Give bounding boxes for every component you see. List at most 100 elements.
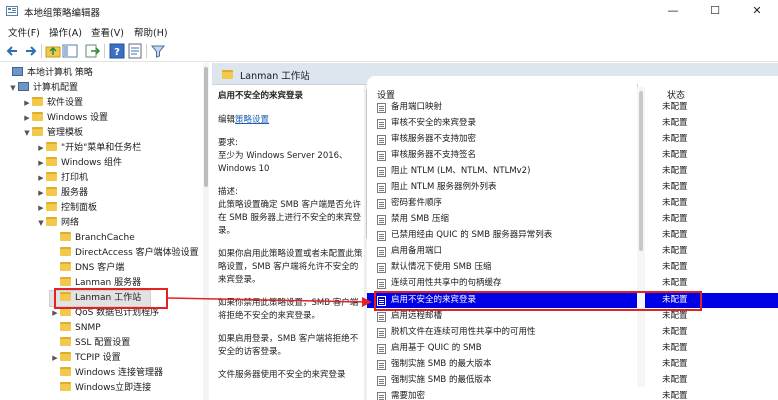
folder-icon — [32, 97, 43, 106]
list-item[interactable]: 强制实施 SMB 的最低版本 未配置 — [367, 373, 778, 388]
tree-item-ssl[interactable]: SSL 配置设置 — [50, 336, 130, 351]
tree-item-label: "开始"菜单和任务栏 — [61, 143, 142, 153]
menu-view[interactable]: 查看(V) — [91, 25, 124, 39]
setting-name: 脱机文件在连续可用性共享中的可用性 — [391, 327, 536, 337]
list-item[interactable]: 启用备用端口 未配置 — [367, 244, 778, 259]
list-item[interactable]: 需要加密 未配置 — [367, 389, 778, 400]
folder-icon — [46, 157, 57, 166]
setting-state: 未配置 — [662, 214, 688, 224]
expand-arrow-icon[interactable]: ▶ — [36, 171, 46, 186]
list-item[interactable]: 启用基于 QUIC 的 SMB 未配置 — [367, 341, 778, 356]
settings-scrollbar[interactable] — [637, 87, 645, 387]
scrollbar-thumb[interactable] — [639, 91, 643, 251]
minimize-button[interactable]: — — [652, 0, 694, 22]
edit-policy-link[interactable]: 策略设置 — [235, 115, 269, 125]
forward-icon[interactable] — [22, 43, 38, 59]
setting-state: 未配置 — [662, 246, 688, 256]
expand-arrow-icon[interactable]: ▶ — [50, 351, 60, 366]
expand-arrow-icon[interactable]: ▶ — [36, 201, 46, 216]
help-icon[interactable]: ? — [109, 43, 125, 59]
list-item[interactable]: 已禁用经由 QUIC 的 SMB 服务器异常列表 未配置 — [367, 228, 778, 243]
toolbar-separator — [104, 44, 105, 58]
tree-item-label: 服务器 — [61, 188, 89, 198]
tree-item-software-settings[interactable]: ▶ 软件设置 — [22, 96, 83, 111]
list-item[interactable]: 脱机文件在连续可用性共享中的可用性 未配置 — [367, 325, 778, 340]
tree-item-lanman-server[interactable]: Lanman 服务器 — [50, 276, 141, 291]
list-item[interactable]: 审核服务器不支持签名 未配置 — [367, 148, 778, 163]
folder-icon — [60, 352, 71, 361]
maximize-button[interactable]: ☐ — [694, 0, 736, 22]
collapse-arrow-icon[interactable]: ▼ — [36, 216, 46, 231]
expand-arrow-icon[interactable]: ▶ — [36, 141, 46, 156]
tree-item-directaccess[interactable]: DirectAccess 客户端体验设置 — [50, 246, 199, 261]
setting-name: 启用基于 QUIC 的 SMB — [391, 343, 482, 353]
tree-item-control-panel[interactable]: ▶ 控制面板 — [36, 201, 97, 216]
collapse-arrow-icon[interactable]: ▼ — [22, 126, 32, 141]
tree-item-windows-connection-manager[interactable]: Windows 连接管理器 — [50, 366, 163, 381]
list-item[interactable]: 阻止 NTLM 服务器例外列表 未配置 — [367, 180, 778, 195]
tree-item-server[interactable]: ▶ 服务器 — [36, 186, 88, 201]
setting-name: 阻止 NTLM (LM、NTLM、NTLMv2) — [391, 166, 531, 176]
tree-scrollbar[interactable] — [203, 63, 209, 400]
filter-icon[interactable] — [150, 43, 166, 59]
menu-bar: 文件(F) 操作(A) 查看(V) 帮助(H) — [0, 22, 778, 40]
collapse-arrow-icon[interactable]: ▼ — [8, 81, 18, 96]
tree-item-label: 网络 — [61, 218, 80, 228]
policy-setting-icon — [377, 231, 386, 241]
properties-icon[interactable] — [127, 43, 143, 59]
tree-item-branchcache[interactable]: BranchCache — [50, 231, 135, 246]
show-hide-tree-icon[interactable] — [62, 43, 78, 59]
tree-item-printers[interactable]: ▶ 打印机 — [36, 171, 88, 186]
scrollbar-thumb[interactable] — [204, 67, 208, 187]
tree-item-computer-config[interactable]: ▼ 计算机配置 — [8, 81, 78, 96]
tree-item-local-computer-policy[interactable]: 本地计算机 策略 — [2, 66, 93, 81]
folder-icon — [60, 337, 71, 346]
list-item[interactable]: 阻止 NTLM (LM、NTLM、NTLMv2) 未配置 — [367, 164, 778, 179]
tree-item-qos[interactable]: ▶ QoS 数据包计划程序 — [50, 306, 159, 321]
list-item[interactable]: 连续可用性共享中的句柄缓存 未配置 — [367, 276, 778, 291]
tree-item-tcpip[interactable]: ▶ TCPIP 设置 — [50, 351, 121, 366]
back-icon[interactable] — [5, 43, 21, 59]
close-button[interactable]: ✕ — [736, 0, 778, 22]
expand-arrow-icon[interactable]: ▶ — [22, 96, 32, 111]
list-item-selected[interactable]: 启用不安全的来宾登录 未配置 — [367, 293, 778, 308]
tree-item-label: 打印机 — [61, 173, 89, 183]
tree-item-start-menu[interactable]: ▶ "开始"菜单和任务栏 — [36, 141, 141, 156]
tree-item-label: DirectAccess 客户端体验设置 — [75, 248, 199, 258]
list-item[interactable]: 强制实施 SMB 的最大版本 未配置 — [367, 357, 778, 372]
list-item[interactable]: 禁用 SMB 压缩 未配置 — [367, 212, 778, 227]
expand-arrow-icon[interactable]: ▶ — [50, 306, 60, 321]
tree-item-snmp[interactable]: SNMP — [50, 321, 101, 336]
tree-item-windows-settings[interactable]: ▶ Windows 设置 — [22, 111, 108, 126]
menu-help[interactable]: 帮助(H) — [134, 25, 168, 39]
list-item[interactable]: 密码套件顺序 未配置 — [367, 196, 778, 211]
folder-icon — [60, 382, 71, 391]
list-item[interactable]: 备用端口映射 未配置 — [367, 100, 778, 115]
export-list-icon[interactable] — [84, 43, 100, 59]
tree-item-windows-connect-now[interactable]: Windows立即连接 — [50, 381, 151, 396]
setting-name: 连续可用性共享中的句柄缓存 — [391, 278, 502, 288]
tree-item-label: Windows 连接管理器 — [75, 368, 164, 378]
tree-item-admin-templates[interactable]: ▼ 管理模板 — [22, 126, 83, 141]
expand-arrow-icon[interactable]: ▶ — [36, 156, 46, 171]
list-item[interactable]: 审核不安全的来宾登录 未配置 — [367, 116, 778, 131]
tree-item-network[interactable]: ▼ 网络 — [36, 216, 79, 231]
setting-state: 未配置 — [662, 166, 688, 176]
window-title: 本地组策略编辑器 — [24, 8, 101, 19]
setting-name: 需要加密 — [391, 391, 426, 400]
list-item[interactable]: 启用远程邮槽 未配置 — [367, 309, 778, 324]
description-label: 描述: — [218, 187, 238, 197]
expand-arrow-icon[interactable]: ▶ — [22, 111, 32, 126]
tree-item-dns-client[interactable]: DNS 客户端 — [50, 261, 124, 276]
menu-file[interactable]: 文件(F) — [8, 25, 40, 39]
list-item[interactable]: 默认情况下使用 SMB 压缩 未配置 — [367, 260, 778, 275]
up-folder-icon[interactable] — [45, 43, 61, 59]
folder-icon — [60, 292, 71, 301]
menu-action[interactable]: 操作(A) — [49, 25, 82, 39]
folder-icon — [60, 277, 71, 286]
tree-item-label: 软件设置 — [47, 98, 84, 108]
tree-item-windows-components[interactable]: ▶ Windows 组件 — [36, 156, 122, 171]
expand-arrow-icon[interactable]: ▶ — [36, 186, 46, 201]
list-item[interactable]: 审核服务器不支持加密 未配置 — [367, 132, 778, 147]
tree-item-lanman-workstation[interactable]: Lanman 工作站 — [49, 290, 151, 307]
